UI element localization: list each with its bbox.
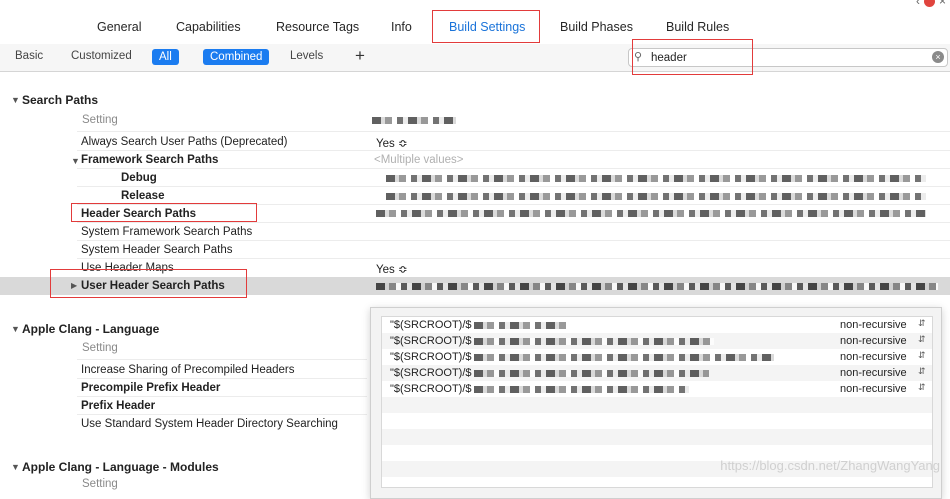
filter-all[interactable]: All [152, 49, 179, 65]
row-divider [77, 186, 950, 187]
tab-resource-tags[interactable]: Resource Tags [276, 20, 359, 34]
path-blurred [474, 322, 569, 329]
tab-bar: General Capabilities Resource Tags Info … [0, 0, 950, 45]
recursion-mode[interactable]: non-recursive [840, 319, 907, 331]
filter-combined[interactable]: Combined [203, 49, 270, 65]
filter-levels[interactable]: Levels [290, 50, 323, 62]
disclosure-triangle-icon[interactable]: ▼ [11, 95, 20, 105]
chevron-updown-icon[interactable]: ⇵ [918, 318, 926, 329]
chevron-updown-icon[interactable]: ⇵ [918, 334, 926, 345]
path-value[interactable]: "$(SRCROOT)/$ [390, 351, 472, 363]
recursion-mode[interactable]: non-recursive [840, 383, 907, 395]
column-header-setting: Setting [82, 114, 118, 126]
disclosure-triangle-icon[interactable]: ▼ [11, 324, 20, 334]
setting-framework-debug[interactable]: Debug [121, 172, 157, 184]
setting-system-framework-search-paths[interactable]: System Framework Search Paths [81, 226, 252, 238]
list-item[interactable]: "$(SRCROOT)/$ non-recursive ⇵ [382, 333, 932, 349]
path-blurred [474, 386, 689, 393]
recursion-mode[interactable]: non-recursive [840, 335, 907, 347]
row-divider [77, 222, 950, 223]
list-item[interactable]: "$(SRCROOT)/$ non-recursive ⇵ [382, 317, 932, 333]
row-divider [77, 150, 950, 151]
setting-increase-sharing-precompiled-headers[interactable]: Increase Sharing of Precompiled Headers [81, 364, 295, 376]
chevron-updown-icon[interactable]: ⇵ [918, 382, 926, 393]
empty-row [382, 397, 932, 413]
path-value[interactable]: "$(SRCROOT)/$ [390, 367, 472, 379]
highlight-box-user-header-search-paths [50, 269, 247, 298]
row-divider [77, 414, 367, 415]
list-item[interactable]: "$(SRCROOT)/$ non-recursive ⇵ [382, 381, 932, 397]
clear-search-icon[interactable]: × [932, 51, 944, 63]
tab-capabilities[interactable]: Capabilities [176, 20, 241, 34]
watermark-text: https://blog.csdn.net/ZhangWangYang [720, 458, 940, 473]
row-divider [77, 359, 367, 360]
value-user-header-search-paths-blurred [376, 283, 938, 290]
path-blurred [474, 354, 774, 361]
close-icon[interactable]: × [939, 0, 946, 8]
setting-framework-release[interactable]: Release [121, 190, 164, 202]
path-value[interactable]: "$(SRCROOT)/$ [390, 335, 472, 347]
window-controls[interactable]: ‹ × [916, 0, 946, 8]
add-setting-button[interactable]: + [355, 46, 365, 66]
highlight-box-header-search-paths [71, 203, 257, 222]
list-item[interactable]: "$(SRCROOT)/$ non-recursive ⇵ [382, 349, 932, 365]
value-framework-debug-blurred [386, 175, 926, 182]
section-title-clang-language-modules: Apple Clang - Language - Modules [22, 460, 219, 474]
path-blurred [474, 338, 714, 345]
column-header-setting: Setting [82, 342, 118, 354]
section-title-search-paths: Search Paths [22, 93, 99, 107]
empty-row [382, 429, 932, 445]
path-value[interactable]: "$(SRCROOT)/$ [390, 319, 472, 331]
row-divider [77, 131, 950, 132]
recursion-mode[interactable]: non-recursive [840, 367, 907, 379]
row-divider [77, 240, 950, 241]
highlight-box-search [632, 39, 753, 75]
close-dot-icon[interactable] [923, 0, 935, 8]
tab-build-rules[interactable]: Build Rules [666, 20, 729, 34]
disclosure-triangle-icon[interactable]: ▼ [71, 156, 80, 166]
section-title-clang-language: Apple Clang - Language [22, 322, 160, 336]
row-divider [77, 168, 950, 169]
recursion-mode[interactable]: non-recursive [840, 351, 907, 363]
tab-build-phases[interactable]: Build Phases [560, 20, 633, 34]
filter-bar: Basic Customized All Combined Levels + ⚲… [0, 44, 950, 72]
chevron-updown-icon[interactable]: ⇵ [918, 350, 926, 361]
path-value[interactable]: "$(SRCROOT)/$ [390, 383, 472, 395]
filter-basic[interactable]: Basic [15, 50, 43, 62]
setting-system-header-search-paths[interactable]: System Header Search Paths [81, 244, 233, 256]
column-header-setting: Setting [82, 478, 118, 490]
tab-general[interactable]: General [97, 20, 141, 34]
list-item[interactable]: "$(SRCROOT)/$ non-recursive ⇵ [382, 365, 932, 381]
setting-precompile-prefix-header[interactable]: Precompile Prefix Header [81, 382, 220, 394]
column-header-target-blurred [372, 117, 456, 124]
disclosure-triangle-icon[interactable]: ▼ [11, 462, 20, 472]
filter-customized[interactable]: Customized [71, 50, 132, 62]
highlight-box-build-settings [432, 10, 540, 43]
value-use-header-maps[interactable]: Yes ≎ [376, 262, 408, 276]
value-framework-search-paths[interactable]: <Multiple values> [374, 154, 464, 166]
row-divider [77, 258, 950, 259]
row-divider [77, 396, 367, 397]
value-always-search-user-paths[interactable]: Yes ≎ [376, 136, 408, 150]
setting-prefix-header[interactable]: Prefix Header [81, 400, 155, 412]
chevron-updown-icon[interactable]: ⇵ [918, 366, 926, 377]
row-divider [77, 378, 367, 379]
setting-use-standard-system-header-search[interactable]: Use Standard System Header Directory Sea… [81, 418, 338, 430]
tab-info[interactable]: Info [391, 20, 412, 34]
value-framework-release-blurred [386, 193, 926, 200]
setting-always-search-user-paths[interactable]: Always Search User Paths (Deprecated) [81, 136, 287, 148]
setting-framework-search-paths[interactable]: Framework Search Paths [81, 154, 218, 166]
path-blurred [474, 370, 709, 377]
chevron-left-icon[interactable]: ‹ [916, 0, 920, 8]
value-header-search-paths-blurred [376, 210, 926, 217]
